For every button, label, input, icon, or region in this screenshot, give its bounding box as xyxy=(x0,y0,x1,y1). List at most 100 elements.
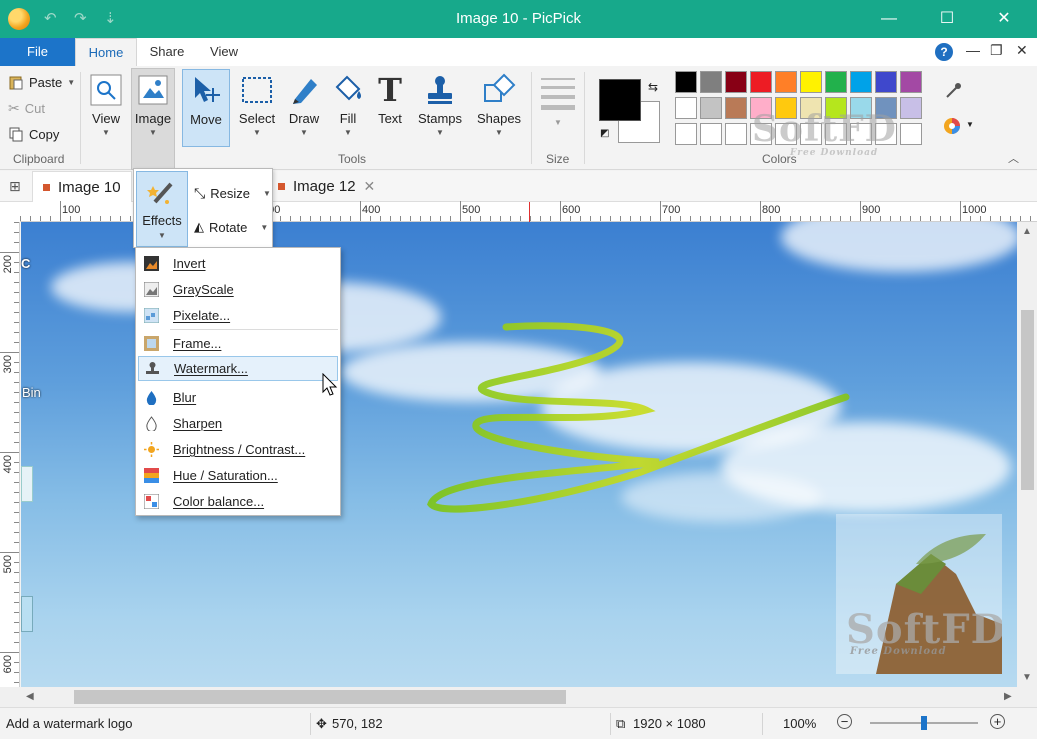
color-swatch[interactable] xyxy=(850,71,872,93)
copy-button[interactable]: Copy xyxy=(8,123,59,145)
color-swatch[interactable] xyxy=(700,123,722,145)
ruler-label: 600 xyxy=(2,655,14,674)
shapes-tool-button[interactable]: Shapes ▼ xyxy=(472,69,526,147)
color-swatch[interactable] xyxy=(850,97,872,119)
color-swatch[interactable] xyxy=(675,123,697,145)
color-swatch[interactable] xyxy=(725,97,747,119)
color-swatch[interactable] xyxy=(800,97,822,119)
maximize-button[interactable]: ☐ xyxy=(924,0,970,38)
color-swatch[interactable] xyxy=(700,97,722,119)
tab-file[interactable]: File xyxy=(0,38,75,66)
stamps-tool-button[interactable]: Stamps ▼ xyxy=(414,69,466,147)
text-tool-button[interactable]: T Text xyxy=(372,69,408,147)
ruler-label: 400 xyxy=(2,455,14,474)
color-swatch[interactable] xyxy=(800,123,822,145)
menu-item-grayscale[interactable]: GrayScale xyxy=(138,277,338,302)
zoom-slider-thumb[interactable] xyxy=(921,716,927,730)
more-colors-dropdown-icon[interactable]: ▼ xyxy=(966,120,974,129)
size-button[interactable]: ▼ xyxy=(541,78,575,127)
color-swatch[interactable] xyxy=(775,71,797,93)
menu-item-hue-saturation[interactable]: Hue / Saturation... xyxy=(138,463,338,488)
color-swatch[interactable] xyxy=(875,71,897,93)
menu-item-sharpen[interactable]: Sharpen xyxy=(138,411,338,436)
collapse-ribbon-icon[interactable]: ︿ xyxy=(1008,150,1019,166)
menu-item-color-balance[interactable]: Color balance... xyxy=(138,489,338,514)
color-swatch[interactable] xyxy=(775,123,797,145)
reset-colors-icon[interactable]: ◩ xyxy=(600,128,609,139)
view-button[interactable]: View ▼ xyxy=(86,69,126,147)
image-button[interactable]: Image ▼ xyxy=(131,68,175,170)
paste-button[interactable]: Paste ▼ xyxy=(8,71,75,93)
color-swatch[interactable] xyxy=(875,97,897,119)
fill-tool-button[interactable]: Fill ▼ xyxy=(328,69,368,147)
color-swatch[interactable] xyxy=(675,97,697,119)
tab-view[interactable]: View xyxy=(196,38,252,66)
vertical-scrollbar[interactable]: ▲ ▼ xyxy=(1017,222,1037,687)
resize-button[interactable]: ⤡ Resize ▼ xyxy=(194,181,271,205)
close-button[interactable]: ✕ xyxy=(981,0,1027,38)
color-swatch[interactable] xyxy=(875,123,897,145)
cursor-position-icon: ✥ xyxy=(316,716,327,731)
scroll-down-icon[interactable]: ▼ xyxy=(1022,672,1032,683)
ribbon-close-icon[interactable]: ✕ xyxy=(1016,42,1028,59)
color-swatch[interactable] xyxy=(825,71,847,93)
cut-button[interactable]: ✂ Cut xyxy=(8,97,45,119)
vertical-scroll-thumb[interactable] xyxy=(1021,310,1034,490)
color-wheel-icon[interactable] xyxy=(942,116,962,136)
color-swatch[interactable] xyxy=(825,123,847,145)
horizontal-scrollbar[interactable]: ◀ ▶ xyxy=(0,687,1037,707)
color-swatch[interactable] xyxy=(775,97,797,119)
ribbon-minimize-icon[interactable]: — xyxy=(966,42,980,58)
color-picker-icon[interactable] xyxy=(944,82,962,100)
color-swatch[interactable] xyxy=(800,71,822,93)
color-swatch[interactable] xyxy=(750,123,772,145)
menu-item-frame[interactable]: Frame... xyxy=(138,331,338,356)
scroll-right-icon[interactable]: ▶ xyxy=(1004,691,1012,702)
menu-item-blur[interactable]: Blur xyxy=(138,385,338,410)
minimize-button[interactable]: — xyxy=(866,0,912,38)
blur-icon xyxy=(146,391,157,405)
paint-bucket-icon xyxy=(331,73,365,107)
help-icon[interactable]: ? xyxy=(935,43,953,61)
doc-tab-image-12[interactable]: Image 12 ✕ xyxy=(268,171,388,202)
primary-color-swatch[interactable] xyxy=(599,79,641,121)
color-swatch[interactable] xyxy=(900,97,922,119)
zoom-in-button[interactable]: + xyxy=(990,714,1005,729)
thumbnail-grid-icon[interactable]: ⊞ xyxy=(9,178,21,195)
draw-tool-button[interactable]: Draw ▼ xyxy=(284,69,324,147)
swap-colors-icon[interactable]: ⇆ xyxy=(648,80,658,94)
move-tool-button[interactable]: Move xyxy=(182,69,230,147)
desktop-icon xyxy=(21,596,33,632)
color-swatch[interactable] xyxy=(825,97,847,119)
zoom-out-button[interactable]: − xyxy=(837,714,852,729)
ribbon-restore-icon[interactable]: ❐ xyxy=(990,42,1003,59)
color-swatch[interactable] xyxy=(675,71,697,93)
color-swatch[interactable] xyxy=(700,71,722,93)
paste-dropdown-icon[interactable]: ▼ xyxy=(67,78,75,87)
horizontal-scroll-thumb[interactable] xyxy=(74,690,566,704)
color-swatch[interactable] xyxy=(850,123,872,145)
close-tab-icon[interactable]: ✕ xyxy=(364,178,376,195)
menu-item-watermark[interactable]: Watermark... xyxy=(138,356,338,381)
scroll-up-icon[interactable]: ▲ xyxy=(1022,226,1032,237)
select-tool-button[interactable]: Select ▼ xyxy=(234,69,280,147)
color-swatch[interactable] xyxy=(900,123,922,145)
menu-item-invert[interactable]: Invert xyxy=(138,251,338,276)
menu-item-pixelate[interactable]: Pixelate... xyxy=(138,303,338,328)
text-label: Text xyxy=(378,111,402,126)
color-swatch[interactable] xyxy=(900,71,922,93)
rotate-button[interactable]: ◭ Rotate ▼ xyxy=(194,215,268,239)
scissors-icon: ✂ xyxy=(8,99,20,116)
color-swatch[interactable] xyxy=(725,123,747,145)
shapes-icon xyxy=(482,73,516,107)
tab-home[interactable]: Home xyxy=(75,38,137,66)
doc-tab-image-10[interactable]: Image 10 xyxy=(32,171,132,202)
tab-share[interactable]: Share xyxy=(140,38,194,66)
scroll-left-icon[interactable]: ◀ xyxy=(26,691,34,702)
menu-item-brightness-contrast[interactable]: Brightness / Contrast... xyxy=(138,437,338,462)
color-swatch[interactable] xyxy=(750,97,772,119)
effects-button[interactable]: Effects ▼ xyxy=(136,171,188,247)
color-swatch[interactable] xyxy=(725,71,747,93)
color-swatch[interactable] xyxy=(750,71,772,93)
zoom-slider[interactable] xyxy=(870,716,978,730)
